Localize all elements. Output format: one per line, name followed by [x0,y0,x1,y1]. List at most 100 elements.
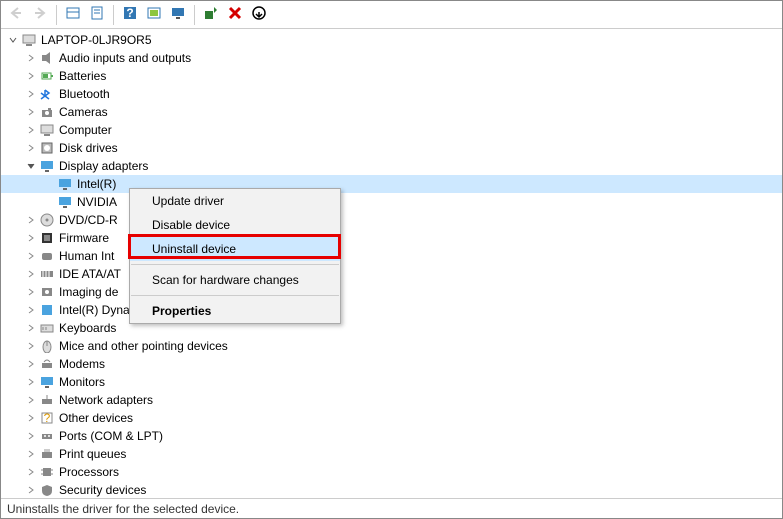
chevron-down-icon[interactable] [25,160,37,172]
show-hidden-button[interactable] [62,4,84,26]
tree-category-row[interactable]: Display adapters [1,157,782,175]
tree-category-label: Keyboards [59,321,116,335]
tree-category-row[interactable]: Ports (COM & LPT) [1,427,782,445]
tree-root-label: LAPTOP-0LJR9OR5 [41,33,152,47]
help-button[interactable]: ? [119,4,141,26]
chevron-right-icon[interactable] [25,214,37,226]
chevron-right-icon[interactable] [25,232,37,244]
tree-category-label: Firmware [59,231,109,245]
tree-category-row[interactable]: Cameras [1,103,782,121]
tree-category-label: Mice and other pointing devices [59,339,228,353]
tree-category-row[interactable]: IDE ATA/AT [1,265,782,283]
chevron-right-icon[interactable] [25,412,37,424]
scan-hardware-button[interactable] [143,4,165,26]
chevron-right-icon[interactable] [25,250,37,262]
remove-button[interactable] [224,4,246,26]
chevron-right-icon[interactable] [25,322,37,334]
tree-category-row[interactable]: Network adapters [1,391,782,409]
tree-category-label: Audio inputs and outputs [59,51,191,65]
tree-category-row[interactable]: ?Other devices [1,409,782,427]
tree-category-label: Modems [59,357,105,371]
tree-category-row[interactable]: Batteries [1,67,782,85]
tree-category-row[interactable]: Security devices [1,481,782,498]
tree-category-label: Computer [59,123,112,137]
tree-root-row[interactable]: LAPTOP-0LJR9OR5 [1,31,782,49]
tree-category-row[interactable]: Processors [1,463,782,481]
monitor-icon [170,5,186,24]
status-text: Uninstalls the driver for the selected d… [7,502,239,516]
context-menu: Update driver Disable device Uninstall d… [129,188,341,324]
ctx-properties[interactable]: Properties [130,299,340,323]
ctx-uninstall-device[interactable]: Uninstall device [130,237,340,261]
chevron-right-icon[interactable] [25,430,37,442]
tree-category-row[interactable]: Mice and other pointing devices [1,337,782,355]
forward-button[interactable] [29,4,51,26]
chevron-right-icon[interactable] [25,394,37,406]
chevron-right-icon[interactable] [25,88,37,100]
chevron-right-icon[interactable] [25,448,37,460]
tree-category-row[interactable]: Human Int [1,247,782,265]
device-tree[interactable]: LAPTOP-0LJR9OR5 Audio inputs and outputs… [1,29,782,498]
tree-category-row[interactable]: Monitors [1,373,782,391]
chevron-right-icon[interactable] [25,70,37,82]
ctx-item-label: Uninstall device [152,242,236,256]
tree-category-label: Display adapters [59,159,148,173]
chevron-down-icon[interactable] [7,34,19,46]
tree-category-label: Batteries [59,69,106,83]
tree-category-label: Processors [59,465,119,479]
chevron-right-icon[interactable] [25,376,37,388]
tree-category-row[interactable]: Bluetooth [1,85,782,103]
remote-button[interactable] [167,4,189,26]
ctx-item-label: Properties [152,304,211,318]
tree-category-row[interactable]: Intel(R) Dynamic Platform and Thermal Fr… [1,301,782,319]
tree-category-row[interactable]: Audio inputs and outputs [1,49,782,67]
chevron-right-icon[interactable] [25,106,37,118]
svg-text:?: ? [126,6,133,20]
chevron-right-icon[interactable] [25,466,37,478]
tree-category-row[interactable]: DVD/CD-R [1,211,782,229]
properties-button[interactable] [86,4,108,26]
monitor-icon [39,374,55,390]
tree-category-row[interactable]: Computer [1,121,782,139]
keyboard-icon [39,320,55,336]
chevron-right-icon[interactable] [25,286,37,298]
tree-category-row[interactable]: Print queues [1,445,782,463]
tree-category-label: Print queues [59,447,126,461]
tree-category-row[interactable]: Disk drives [1,139,782,157]
thermal-icon [39,302,55,318]
chevron-right-icon[interactable] [25,340,37,352]
tree-leaf-spacer [43,196,55,208]
ctx-update-driver[interactable]: Update driver [130,189,340,213]
chevron-right-icon[interactable] [25,304,37,316]
tree-category-label: Human Int [59,249,114,263]
chevron-right-icon[interactable] [25,268,37,280]
back-arrow-icon [8,5,24,24]
update-driver-button[interactable] [248,4,270,26]
chevron-right-icon[interactable] [25,358,37,370]
svg-text:?: ? [44,411,51,425]
tree-category-row[interactable]: Imaging de [1,283,782,301]
ctx-scan-hardware[interactable]: Scan for hardware changes [130,268,340,292]
tree-device-label: NVIDIA [77,195,117,209]
chevron-right-icon[interactable] [25,142,37,154]
tree-category-row[interactable]: Keyboards [1,319,782,337]
tree-category-row[interactable]: Firmware [1,229,782,247]
status-bar: Uninstalls the driver for the selected d… [1,498,782,518]
ctx-item-label: Update driver [152,194,224,208]
add-legacy-button[interactable] [200,4,222,26]
tree-category-label: Security devices [59,483,146,497]
security-icon [39,482,55,498]
chevron-right-icon[interactable] [25,52,37,64]
tree-category-row[interactable]: Modems [1,355,782,373]
chevron-right-icon[interactable] [25,124,37,136]
cpu-icon [39,464,55,480]
ctx-disable-device[interactable]: Disable device [130,213,340,237]
tree-device-row[interactable]: NVIDIA [1,193,782,211]
disk-icon [39,140,55,156]
network-icon [39,392,55,408]
tree-device-row[interactable]: Intel(R) [1,175,782,193]
back-button[interactable] [5,4,27,26]
imaging-icon [39,284,55,300]
chevron-right-icon[interactable] [25,484,37,496]
modem-icon [39,356,55,372]
